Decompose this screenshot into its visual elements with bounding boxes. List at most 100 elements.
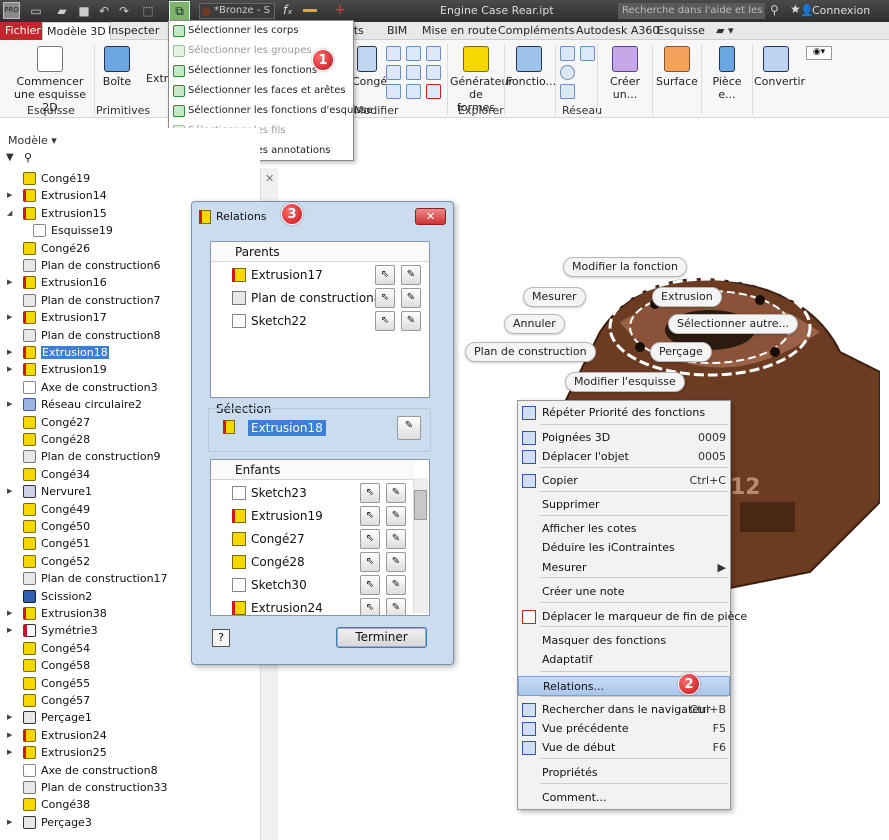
edit-selection-button[interactable]: ✎	[397, 416, 421, 440]
edit-button[interactable]: ✎	[401, 265, 421, 285]
tree-item[interactable]: Congé19	[0, 170, 258, 187]
expand-arrow-icon[interactable]: ▶	[7, 274, 12, 291]
context-menu-item[interactable]: Copier Ctrl+C	[518, 471, 730, 491]
expand-arrow-icon[interactable]: ▶	[7, 344, 12, 361]
combine-icon[interactable]	[406, 65, 421, 80]
hole-bubble[interactable]: Perçage	[650, 342, 712, 362]
material-dropdown[interactable]: *Bronze - S	[199, 3, 275, 19]
redo-icon[interactable]: ↷	[116, 3, 132, 19]
rectangular-pattern-icon[interactable]	[560, 46, 575, 61]
edit-button[interactable]: ✎	[386, 575, 406, 595]
select-in-graphics-button[interactable]: ⇖	[360, 506, 380, 526]
expand-arrow-icon[interactable]: ▶	[7, 309, 12, 326]
tab-fichier[interactable]: Fichier	[0, 22, 46, 40]
expand-arrow-icon[interactable]: ▶	[7, 483, 12, 500]
expand-arrow-icon[interactable]: ▶	[7, 709, 12, 726]
measure-plus-icon[interactable]: +	[334, 2, 346, 18]
tree-item[interactable]: Plan de construction33	[0, 779, 258, 796]
plastic-part-button[interactable]: Pièce e...	[704, 46, 750, 101]
tree-item[interactable]: Axe de construction8	[0, 762, 258, 779]
new-icon[interactable]: ▭	[28, 3, 44, 19]
tree-item[interactable]: ▶ Extrusion25	[0, 744, 258, 761]
context-menu-item[interactable]: Propriétés	[518, 763, 730, 783]
edit-button[interactable]: ✎	[401, 288, 421, 308]
browser-close-icon[interactable]: ✕	[265, 172, 274, 185]
tree-item[interactable]: ▶ Perçage1	[0, 709, 258, 726]
edit-feature-bubble[interactable]: Modifier la fonction	[563, 257, 687, 277]
tab-autodesk-a360[interactable]: Autodesk A360	[572, 22, 663, 40]
tab-complements[interactable]: Compléments	[494, 22, 578, 40]
context-menu-item[interactable]: Masquer des fonctions	[518, 631, 730, 651]
help-search-input[interactable]: Recherche dans l'aide et les com	[618, 3, 765, 32]
expand-arrow-icon[interactable]: ▶	[7, 622, 12, 639]
edit-button[interactable]: ✎	[386, 483, 406, 503]
tab-bim[interactable]: BIM	[383, 22, 411, 40]
collapse-arrow-icon[interactable]: ◢	[7, 205, 12, 222]
return-icon[interactable]: ⬚	[140, 3, 156, 19]
sign-in-link[interactable]: Connexion	[812, 4, 870, 17]
context-menu-item[interactable]: Mesurer ▶	[518, 558, 730, 578]
tab-inspecter[interactable]: Inspecter	[104, 22, 163, 40]
undo-icon[interactable]: ↶	[96, 3, 112, 19]
expand-arrow-icon[interactable]: ▶	[7, 814, 12, 831]
edit-button[interactable]: ✎	[386, 529, 406, 549]
construction-plane-bubble[interactable]: Plan de construction	[465, 342, 596, 362]
split-tool-icon[interactable]	[426, 65, 441, 80]
circular-pattern-icon[interactable]	[560, 65, 575, 80]
close-button[interactable]: ✕	[415, 208, 446, 225]
extrusion-bubble[interactable]: Extrusion	[652, 287, 722, 307]
selection-value[interactable]: Extrusion18	[248, 420, 326, 436]
select-in-graphics-button[interactable]: ⇖	[360, 598, 380, 615]
context-menu-item[interactable]: Poignées 3D 0009	[518, 428, 730, 448]
edit-button[interactable]: ✎	[386, 552, 406, 572]
binoculars-search-icon[interactable]: ⚲	[24, 151, 32, 164]
context-menu-item[interactable]: Adaptatif	[518, 650, 730, 670]
tree-item[interactable]: ▶ Extrusion24	[0, 727, 258, 744]
tree-item[interactable]: Congé55	[0, 675, 258, 692]
measure-bubble[interactable]: Mesurer	[523, 287, 586, 307]
mirror-icon[interactable]	[580, 46, 595, 61]
select-in-graphics-button[interactable]: ⇖	[375, 265, 395, 285]
expand-arrow-icon[interactable]: ▶	[7, 605, 12, 622]
context-menu-item[interactable]: Rechercher dans le navigateur Ctrl+B	[518, 700, 730, 720]
context-menu-item[interactable]: Déplacer le marqueur de fin de pièce	[518, 607, 747, 627]
select-in-graphics-button[interactable]: ⇖	[360, 552, 380, 572]
ribbon-options-icon[interactable]: ▰ ▾	[712, 22, 737, 40]
tab-esquisse[interactable]: Esquisse	[653, 22, 709, 40]
select-in-graphics-button[interactable]: ⇖	[375, 311, 395, 331]
browser-title[interactable]: Modèle ▾	[8, 134, 57, 147]
tab-modele-3d[interactable]: Modèle 3D	[42, 22, 111, 40]
tree-item[interactable]: Congé38	[0, 796, 258, 813]
thread-icon[interactable]	[386, 65, 401, 80]
delete-face-icon[interactable]	[426, 84, 441, 99]
filter-icon[interactable]: ▼	[6, 152, 14, 163]
context-menu-item[interactable]: Répéter Priorité des fonctions	[518, 403, 730, 423]
context-menu-item[interactable]: Comment...	[518, 788, 730, 808]
open-icon[interactable]: ▰	[54, 3, 70, 19]
chamfer-icon[interactable]	[386, 46, 401, 61]
context-menu-item[interactable]: Vue de début F6	[518, 738, 730, 758]
app-logo[interactable]: PRO	[3, 2, 20, 19]
undo-bubble[interactable]: Annuler	[504, 314, 565, 334]
select-in-graphics-button[interactable]: ⇖	[375, 288, 395, 308]
expand-arrow-icon[interactable]: ▶	[7, 187, 12, 204]
select-in-graphics-button[interactable]: ⇖	[360, 483, 380, 503]
fx-icon[interactable]: fₓ	[283, 3, 293, 17]
fillet-button[interactable]: Congé	[352, 46, 387, 88]
feature-button[interactable]: Fonctio...	[506, 46, 556, 88]
draft-icon[interactable]	[426, 46, 441, 61]
panel-options-icon[interactable]: ◉▾	[806, 46, 832, 60]
surface-button[interactable]: Surface	[656, 46, 698, 88]
convert-button[interactable]: Convertir	[754, 46, 805, 88]
help-button[interactable]: ?	[212, 629, 230, 647]
binoculars-icon[interactable]: ⚲	[770, 3, 779, 17]
edit-button[interactable]: ✎	[401, 311, 421, 331]
selection-filter-button[interactable]: ⧉	[169, 1, 190, 21]
context-menu-item[interactable]: Supprimer	[518, 495, 730, 515]
select-other-bubble[interactable]: Sélectionner autre...	[668, 314, 799, 334]
box-button[interactable]: Boîte	[98, 46, 136, 88]
copy-object-icon[interactable]	[406, 84, 421, 99]
select-faces-edges-item[interactable]: Sélectionner les faces et arêtes	[169, 81, 353, 101]
context-menu-item[interactable]: Créer une note	[518, 582, 730, 602]
expand-arrow-icon[interactable]: ▶	[7, 727, 12, 744]
